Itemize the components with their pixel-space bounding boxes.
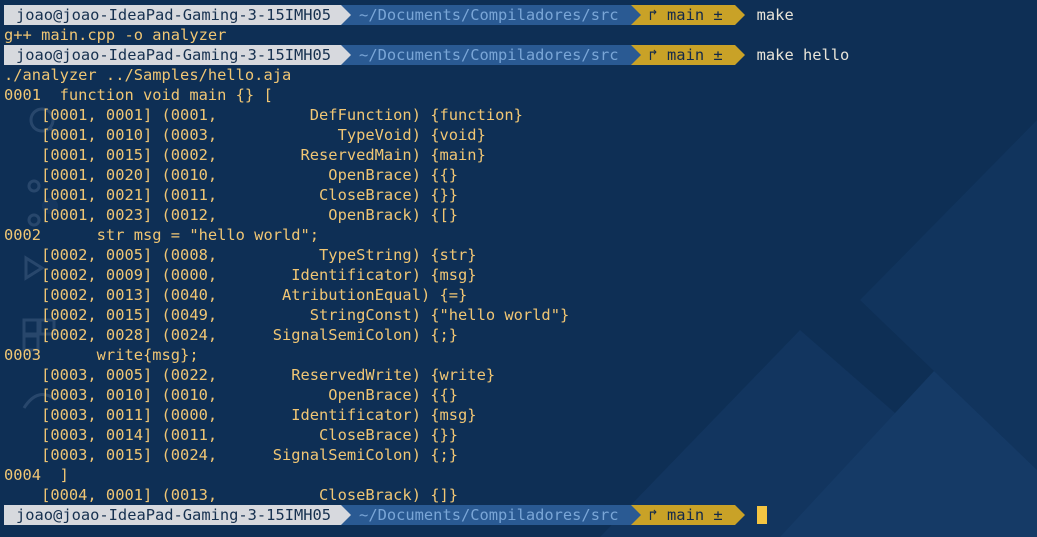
output-line: [0002, 0013] (0040, AtributionEqual) {=} xyxy=(4,286,468,304)
prompt-git-branch: ↱ main ± xyxy=(640,505,735,525)
output-line: [0002, 0015] (0049, StringConst) {"hello… xyxy=(4,306,570,324)
powerline-separator xyxy=(734,505,745,525)
output-line: [0001, 0015] (0002, ReservedMain) {main} xyxy=(4,146,486,164)
output-line: ./analyzer ../Samples/hello.aja xyxy=(4,66,292,84)
output-line: [0002, 0005] (0008, TypeString) {str} xyxy=(4,246,477,264)
powerline-separator xyxy=(630,505,641,525)
prompt-line: joao@joao-IdeaPad-Gaming-3-15IMH05 ~/Docu… xyxy=(4,505,1034,525)
output-line: [0001, 0021] (0011, CloseBrace) {}} xyxy=(4,186,459,204)
output-line: [0001, 0020] (0010, OpenBrace) {{} xyxy=(4,166,459,184)
prompt-command: make xyxy=(756,6,794,24)
output-line: [0004, 0001] (0013, CloseBrack) {]} xyxy=(4,486,459,504)
output-line: 0003 write{msg}; xyxy=(4,346,199,364)
prompt-path: ~/Documents/Compiladores/src xyxy=(351,505,631,525)
powerline-separator xyxy=(734,45,745,65)
output-line: [0003, 0011] (0000, Identificator) {msg} xyxy=(4,406,477,424)
output-line: g++ main.cpp -o analyzer xyxy=(4,26,227,44)
prompt-line: joao@joao-IdeaPad-Gaming-3-15IMH05 ~/Docu… xyxy=(4,5,1034,25)
prompt-user-host: joao@joao-IdeaPad-Gaming-3-15IMH05 xyxy=(4,505,342,525)
output-line: 0001 function void main {} [ xyxy=(4,86,273,104)
prompt-command: make hello xyxy=(756,46,850,64)
terminal-content[interactable]: joao@joao-IdeaPad-Gaming-3-15IMH05 ~/Docu… xyxy=(4,5,1034,525)
powerline-separator xyxy=(734,5,745,25)
output-line: [0001, 0001] (0001, DefFunction) {functi… xyxy=(4,106,523,124)
prompt-path: ~/Documents/Compiladores/src xyxy=(351,5,631,25)
output-line: [0003, 0015] (0024, SignalSemiColon) {;} xyxy=(4,446,459,464)
output-line: 0002 str msg = "hello world"; xyxy=(4,226,320,244)
prompt-git-branch: ↱ main ± xyxy=(640,5,735,25)
prompt-user-host: joao@joao-IdeaPad-Gaming-3-15IMH05 xyxy=(4,45,342,65)
output-line: 0004 ] xyxy=(4,466,69,484)
prompt-path: ~/Documents/Compiladores/src xyxy=(351,45,631,65)
output-line: [0003, 0010] (0010, OpenBrace) {{} xyxy=(4,386,459,404)
prompt-line: joao@joao-IdeaPad-Gaming-3-15IMH05 ~/Docu… xyxy=(4,45,1034,65)
prompt-user-host: joao@joao-IdeaPad-Gaming-3-15IMH05 xyxy=(4,5,342,25)
output-line: [0003, 0014] (0011, CloseBrace) {}} xyxy=(4,426,459,444)
output-line: [0002, 0009] (0000, Identificator) {msg} xyxy=(4,266,477,284)
powerline-separator xyxy=(630,45,641,65)
terminal-window[interactable]: { "prompts": [ {"user": "joao@joao-IdeaP… xyxy=(0,0,1037,537)
terminal-cursor[interactable] xyxy=(756,506,767,524)
output-line: [0001, 0023] (0012, OpenBrack) {[} xyxy=(4,206,459,224)
prompt-git-branch: ↱ main ± xyxy=(640,45,735,65)
powerline-separator xyxy=(341,45,352,65)
output-line: [0001, 0010] (0003, TypeVoid) {void} xyxy=(4,126,486,144)
powerline-separator xyxy=(630,5,641,25)
output-line: [0002, 0028] (0024, SignalSemiColon) {;} xyxy=(4,326,459,344)
output-line: [0003, 0005] (0022, ReservedWrite) {writ… xyxy=(4,366,496,384)
powerline-separator xyxy=(341,505,352,525)
powerline-separator xyxy=(341,5,352,25)
